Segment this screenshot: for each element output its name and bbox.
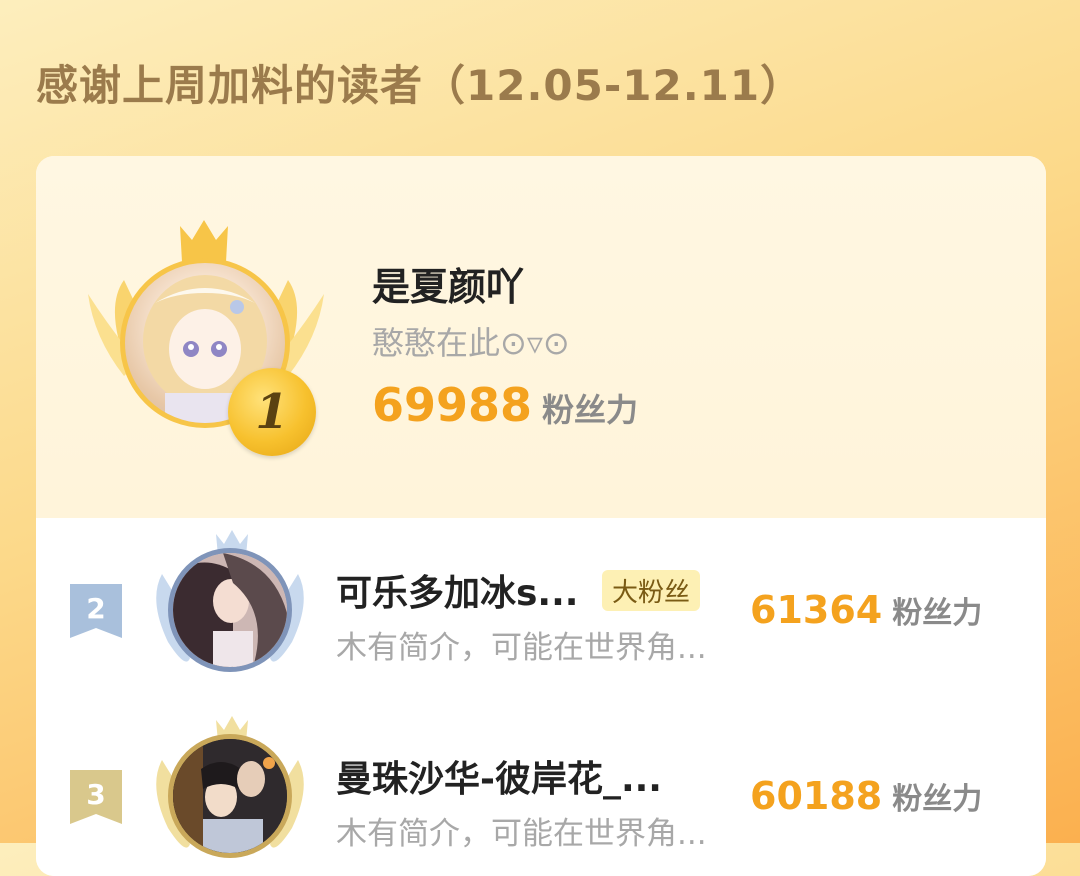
leaderboard-card: 1 是夏颜吖 憨憨在此⊙▿⊙ 69988 粉丝力 2 可乐多加冰s... 大粉丝… xyxy=(36,156,1046,876)
page-title: 感谢上周加料的读者（12.05-12.11） xyxy=(36,61,804,110)
rank-number: 3 xyxy=(86,778,105,811)
reader-name[interactable]: 曼珠沙华-彼岸花_... xyxy=(336,750,662,802)
score-unit: 粉丝力 xyxy=(892,782,983,817)
reader-name[interactable]: 可乐多加冰s... xyxy=(336,564,578,616)
rank-3-ribbon-icon: 3 xyxy=(70,770,122,824)
anime-couple-avatar-icon xyxy=(173,739,287,853)
top-reader-name[interactable]: 是夏颜吖 xyxy=(372,256,524,311)
top-reader-section[interactable]: 1 是夏颜吖 憨憨在此⊙▿⊙ 69988 粉丝力 xyxy=(36,156,1046,518)
reader-avatar[interactable] xyxy=(168,548,292,672)
score-value: 60188 xyxy=(750,774,883,818)
score-unit: 粉丝力 xyxy=(542,391,639,429)
reader-score: 61364 粉丝力 xyxy=(750,588,982,632)
rank-number: 2 xyxy=(86,592,105,625)
top-reader-score: 69988 粉丝力 xyxy=(372,378,638,432)
score-unit: 粉丝力 xyxy=(892,596,983,631)
reader-bio: 木有简介，可能在世界角... xyxy=(336,630,707,666)
score-value: 61364 xyxy=(750,588,883,632)
reader-bio: 木有简介，可能在世界角... xyxy=(336,816,707,852)
list-item[interactable]: 2 可乐多加冰s... 大粉丝 木有简介，可能在世界角... 61364 粉丝力 xyxy=(36,518,1046,672)
list-item[interactable]: 3 曼珠沙华-彼岸花_... 木有简介，可能在世界角... 60188 粉丝力 xyxy=(36,704,1046,858)
reader-score: 60188 粉丝力 xyxy=(750,774,982,818)
reader-list: 2 可乐多加冰s... 大粉丝 木有简介，可能在世界角... 61364 粉丝力… xyxy=(36,518,1046,876)
score-value: 69988 xyxy=(372,378,533,432)
rank-2-ribbon-icon: 2 xyxy=(70,584,122,638)
fan-level-badge: 大粉丝 xyxy=(602,570,701,611)
reader-avatar[interactable] xyxy=(168,734,292,858)
top-reader-bio: 憨憨在此⊙▿⊙ xyxy=(372,324,570,362)
rank-1-medal: 1 xyxy=(228,368,316,456)
anime-couple-avatar-icon xyxy=(173,553,287,667)
